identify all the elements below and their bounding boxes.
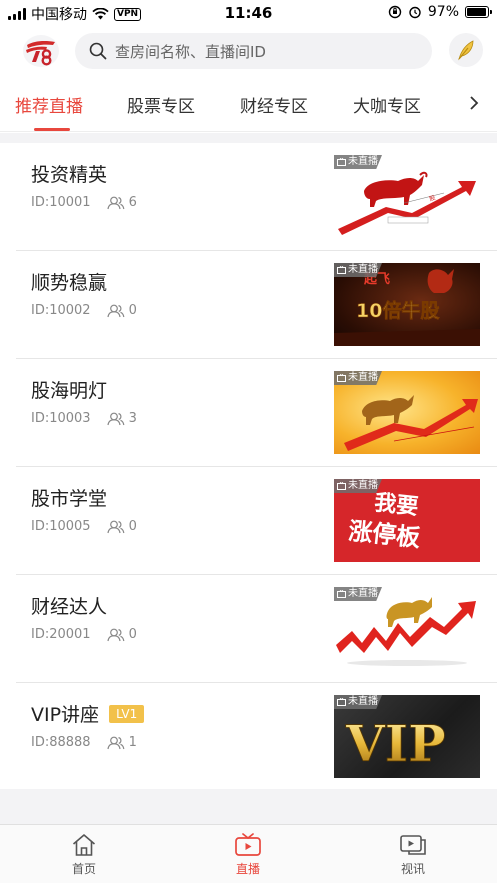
- bottom-tab-bar: 首页 直播 视讯: [0, 824, 497, 883]
- level-badge: LV1: [109, 704, 145, 723]
- live-room-item[interactable]: 顺势稳赢 ID:10002 0 未直播 起飞 10倍牛股: [16, 251, 497, 359]
- room-thumbnail: 未直播: [334, 371, 480, 454]
- live-status-tag: 未直播: [334, 263, 382, 277]
- live-room-item[interactable]: 财经达人 ID:20001 0 未直播: [16, 575, 497, 683]
- feather-button[interactable]: [449, 33, 483, 67]
- live-status-tag: 未直播: [334, 371, 382, 385]
- nav-home-label: 首页: [71, 862, 96, 876]
- svg-text:涨停板: 涨停板: [347, 517, 423, 552]
- tab-finance[interactable]: 财经专区: [240, 92, 308, 117]
- viewers-icon: [106, 736, 124, 749]
- live-status-tag: 未直播: [334, 695, 382, 709]
- viewer-count: 3: [128, 411, 137, 426]
- viewer-count: 6: [128, 195, 137, 210]
- live-status-tag: 未直播: [334, 587, 382, 601]
- tab-recommended-live[interactable]: 推荐直播: [15, 92, 83, 117]
- viewer-count: 1: [128, 735, 137, 750]
- nav-live-label: 直播: [235, 862, 260, 876]
- home-icon: [72, 834, 96, 856]
- battery-icon: [465, 6, 492, 18]
- viewers-icon: [106, 196, 124, 209]
- room-title: 顺势稳赢: [31, 272, 108, 294]
- viewers-icon: [106, 412, 124, 425]
- room-id: ID:20001: [31, 627, 91, 642]
- live-room-item[interactable]: 投资精英 ID:10001 6 未直播 股: [16, 143, 497, 251]
- tv-small-icon: [337, 482, 346, 490]
- room-title: 财经达人: [31, 596, 108, 618]
- viewer-count: 0: [128, 519, 137, 534]
- nav-live[interactable]: 直播: [218, 833, 278, 877]
- room-title: VIP讲座: [31, 704, 100, 726]
- status-bar: 中国移动 VPN 11:46 97%: [0, 0, 497, 26]
- search-placeholder: 查房间名称、直播间ID: [115, 42, 266, 61]
- tv-small-icon: [337, 266, 346, 274]
- viewers-icon: [106, 520, 124, 533]
- alarm-icon: [409, 6, 421, 19]
- room-id: ID:88888: [31, 735, 91, 750]
- room-id: ID:10003: [31, 411, 91, 426]
- viewers-icon: [106, 628, 124, 641]
- section-divider: [0, 133, 497, 143]
- viewer-count: 0: [128, 627, 137, 642]
- tv-small-icon: [337, 158, 346, 166]
- room-thumbnail: 未直播: [334, 587, 480, 670]
- room-thumbnail: 未直播 VIP: [334, 695, 480, 778]
- room-thumbnail: 未直播 股: [334, 155, 480, 238]
- app-logo[interactable]: [22, 34, 60, 68]
- svg-text:VIP: VIP: [345, 714, 446, 773]
- svg-text:10倍牛股: 10倍牛股: [356, 299, 439, 322]
- nav-video-label: 视讯: [400, 862, 425, 876]
- active-tab-indicator: [34, 128, 70, 131]
- room-title: 投资精英: [31, 164, 108, 186]
- live-room-list: 投资精英 ID:10001 6 未直播 股 顺势稳赢 ID:10002 0 未直…: [0, 143, 497, 789]
- room-id: ID:10005: [31, 519, 91, 534]
- live-room-item[interactable]: 股市学堂 ID:10005 0 未直播 我要 涨停板: [16, 467, 497, 575]
- room-title: 股海明灯: [31, 380, 108, 402]
- room-thumbnail: 未直播 起飞 10倍牛股: [334, 263, 480, 346]
- search-bar[interactable]: 查房间名称、直播间ID: [75, 33, 432, 69]
- viewers-icon: [106, 304, 124, 317]
- search-icon: [89, 42, 107, 60]
- tv-small-icon: [337, 590, 346, 598]
- viewer-count: 0: [128, 303, 137, 318]
- room-id: ID:10002: [31, 303, 91, 318]
- feather-icon: [458, 40, 474, 61]
- chevron-right-icon[interactable]: [468, 94, 480, 112]
- room-title: 股市学堂: [31, 488, 108, 510]
- battery-percent: 97%: [427, 4, 459, 20]
- svg-text:我要: 我要: [373, 491, 419, 520]
- live-room-item[interactable]: VIP讲座 LV1 ID:88888 1 未直播 VIP: [16, 683, 497, 791]
- nav-home[interactable]: 首页: [54, 833, 114, 877]
- tv-small-icon: [337, 698, 346, 706]
- category-tabs: 推荐直播 股票专区 财经专区 大咖专区: [0, 78, 497, 132]
- tv-small-icon: [337, 374, 346, 382]
- video-chat-icon: [400, 835, 426, 855]
- orientation-lock-icon: [388, 5, 402, 19]
- tab-experts[interactable]: 大咖专区: [353, 92, 421, 117]
- live-room-item[interactable]: 股海明灯 ID:10003 3 未直播: [16, 359, 497, 467]
- top-header: 查房间名称、直播间ID: [0, 26, 497, 76]
- room-thumbnail: 未直播 我要 涨停板: [334, 479, 480, 562]
- tab-stocks[interactable]: 股票专区: [127, 92, 195, 117]
- live-status-tag: 未直播: [334, 155, 382, 169]
- tv-icon: [235, 833, 261, 856]
- nav-video[interactable]: 视讯: [383, 833, 443, 877]
- list-footer-space: [0, 789, 497, 824]
- live-status-tag: 未直播: [334, 479, 382, 493]
- room-id: ID:10001: [31, 195, 91, 210]
